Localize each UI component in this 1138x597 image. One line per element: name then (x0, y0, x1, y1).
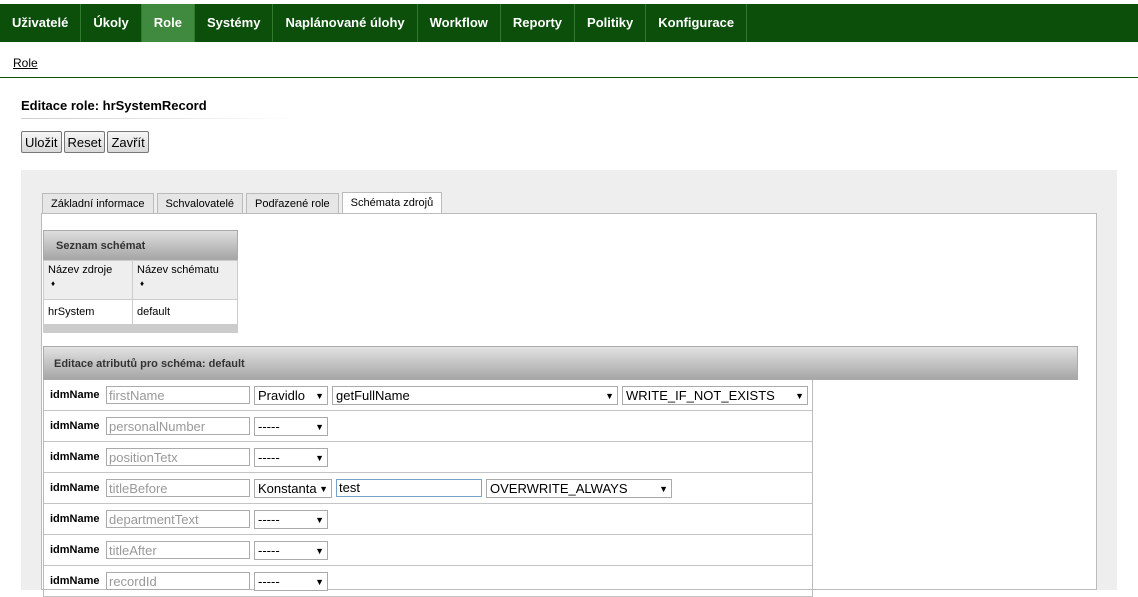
attribute-name-field[interactable]: titleBefore (106, 479, 250, 497)
sort-icon[interactable]: ♦ (51, 279, 128, 288)
nav-item-reports[interactable]: Reporty (501, 4, 576, 42)
chevron-down-icon: ▼ (319, 483, 328, 494)
title-underline (21, 118, 296, 119)
select-value: ----- (258, 573, 280, 589)
attribute-row: idmName titleAfter ----- ▼ (44, 535, 812, 566)
select-value: ----- (258, 542, 280, 558)
tab-resource-schemas[interactable]: Schémata zdrojů (341, 192, 443, 214)
attribute-name-field[interactable]: personalNumber (106, 417, 250, 435)
page-title: Editace role: hrSystemRecord (21, 98, 207, 113)
constant-value-input[interactable]: test (336, 479, 482, 497)
select-value: Konstanta (258, 480, 317, 496)
chevron-down-icon: ▼ (315, 390, 324, 401)
attribute-label: idmName (50, 544, 100, 556)
select-value: ----- (258, 511, 280, 527)
attribute-label: idmName (50, 420, 100, 432)
column-header-schema[interactable]: Název schématu ♦ (132, 260, 238, 300)
mapping-type-select[interactable]: ----- ▼ (254, 416, 328, 436)
nav-item-roles[interactable]: Role (141, 4, 195, 42)
attribute-name-field[interactable]: titleAfter (106, 541, 250, 559)
mapping-type-select[interactable]: Konstanta ▼ (254, 478, 332, 498)
nav-item-workflow[interactable]: Workflow (418, 4, 501, 42)
chevron-down-icon: ▼ (315, 576, 324, 587)
select-value: OVERWRITE_ALWAYS (490, 480, 628, 496)
breadcrumb-link-role[interactable]: Role (13, 56, 38, 70)
attribute-label: idmName (50, 575, 100, 587)
mapping-type-select[interactable]: ----- ▼ (254, 509, 328, 529)
action-bar: Uložit Reset Zavřít (21, 131, 149, 153)
nav-item-tasks[interactable]: Úkoly (81, 4, 142, 42)
chevron-down-icon: ▼ (315, 452, 324, 463)
column-header-label: Název schématu (137, 264, 219, 276)
select-value: getFullName (336, 387, 410, 403)
cell-source: hrSystem (43, 299, 133, 325)
select-value: WRITE_IF_NOT_EXISTS (626, 387, 775, 403)
tab-child-roles[interactable]: Podřazené role (246, 193, 339, 214)
nav-item-systems[interactable]: Systémy (195, 4, 274, 42)
rule-select[interactable]: getFullName ▼ (332, 385, 618, 405)
mapping-type-select[interactable]: ----- ▼ (254, 447, 328, 467)
write-mode-select[interactable]: OVERWRITE_ALWAYS ▼ (486, 478, 672, 498)
attribute-row: idmName titleBefore Konstanta ▼ test OVER… (44, 473, 812, 504)
chevron-down-icon: ▼ (795, 390, 804, 401)
close-button[interactable]: Zavřít (107, 131, 149, 153)
column-header-label: Název zdroje (48, 264, 113, 276)
attribute-label: idmName (50, 389, 100, 401)
attribute-row: idmName positionTetx ----- ▼ (44, 442, 812, 473)
attribute-editor-title: Editace atributů pro schéma: default (43, 346, 1078, 380)
chevron-down-icon: ▼ (315, 421, 324, 432)
header-divider (0, 77, 1138, 78)
tab-basic-info[interactable]: Základní informace (42, 193, 154, 214)
tab-approvers[interactable]: Schvalovatelé (156, 193, 244, 214)
chevron-down-icon: ▼ (659, 483, 668, 494)
attribute-row: idmName firstName Pravidlo ▼ getFullName ▼… (44, 380, 812, 411)
attribute-row: idmName personalNumber ----- ▼ (44, 411, 812, 442)
column-header-source[interactable]: Název zdroje ♦ (43, 260, 133, 300)
attribute-name-field[interactable]: recordId (106, 572, 250, 590)
nav-item-users[interactable]: Uživatelé (0, 4, 82, 42)
attribute-row: idmName departmentText ----- ▼ (44, 504, 812, 535)
mapping-type-select[interactable]: ----- ▼ (254, 540, 328, 560)
reset-button[interactable]: Reset (63, 131, 106, 153)
attribute-name-field[interactable]: firstName (106, 386, 250, 404)
attribute-name-field[interactable]: positionTetx (106, 448, 250, 466)
select-value: Pravidlo (258, 387, 305, 403)
write-mode-select[interactable]: WRITE_IF_NOT_EXISTS ▼ (622, 385, 808, 405)
attribute-row: idmName recordId ----- ▼ (44, 566, 812, 597)
schema-list: Seznam schémat Název zdroje ♦ Název sché… (43, 230, 238, 333)
top-navigation: Uživatelé Úkoly Role Systémy Naplánované… (0, 4, 1138, 42)
schema-table-footer (43, 325, 238, 333)
mapping-type-select[interactable]: ----- ▼ (254, 571, 328, 591)
attribute-label: idmName (50, 513, 100, 525)
schema-table: Název zdroje ♦ Název schématu ♦ hrSystem… (43, 260, 238, 325)
chevron-down-icon: ▼ (315, 514, 324, 525)
cell-schema: default (132, 299, 238, 325)
nav-item-policies[interactable]: Politiky (575, 4, 647, 42)
tab-bar: Základní informace Schvalovatelé Podřaze… (42, 192, 443, 214)
breadcrumb: Role (13, 56, 38, 70)
table-row[interactable]: hrSystem default (43, 299, 238, 325)
nav-item-scheduled-tasks[interactable]: Naplánované úlohy (273, 4, 418, 42)
attribute-label: idmName (50, 451, 100, 463)
attribute-list: idmName firstName Pravidlo ▼ getFullName ▼… (43, 380, 813, 597)
mapping-type-select[interactable]: Pravidlo ▼ (254, 385, 328, 405)
sort-icon[interactable]: ♦ (140, 279, 233, 288)
save-button[interactable]: Uložit (21, 131, 62, 153)
nav-item-configuration[interactable]: Konfigurace (646, 4, 748, 42)
attribute-label: idmName (50, 482, 100, 494)
chevron-down-icon: ▼ (315, 545, 324, 556)
chevron-down-icon: ▼ (605, 390, 614, 401)
schema-list-title: Seznam schémat (43, 230, 238, 260)
select-value: ----- (258, 418, 280, 434)
attribute-name-field[interactable]: departmentText (106, 510, 250, 528)
select-value: ----- (258, 449, 280, 465)
